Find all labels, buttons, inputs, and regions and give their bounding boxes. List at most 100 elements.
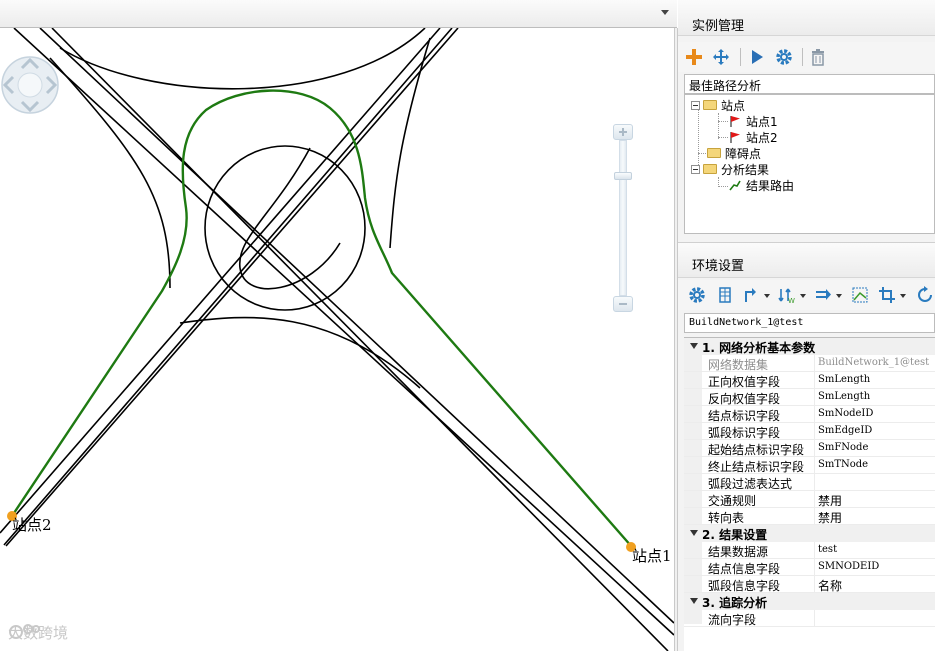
turn-icon[interactable] <box>742 286 760 304</box>
refresh-icon[interactable] <box>916 286 934 304</box>
tree-node-label: 分析结果 <box>721 162 770 177</box>
chevron-down-icon[interactable] <box>764 294 770 298</box>
pan-navigation-control[interactable] <box>0 55 60 115</box>
instance-panel-title: 实例管理 <box>678 0 935 36</box>
crop-icon[interactable] <box>878 286 896 304</box>
flag-icon <box>730 132 740 143</box>
chevron-down-icon[interactable] <box>900 294 906 298</box>
tree-node-label: 站点2 <box>746 130 778 145</box>
property-value[interactable]: 禁用 <box>818 509 842 526</box>
property-value[interactable]: 名称 <box>818 577 842 594</box>
property-value[interactable]: SmTNode <box>818 459 868 470</box>
settings-icon[interactable] <box>688 286 706 304</box>
road-diagonal-3 <box>51 28 669 651</box>
property-row[interactable]: 弧段标识字段 SmEdgeID <box>684 423 935 440</box>
collapse-triangle-icon[interactable] <box>690 598 698 604</box>
folder-icon <box>707 148 721 158</box>
property-row[interactable]: 终止结点标识字段 SmTNode <box>684 457 935 474</box>
property-value[interactable]: SmLength <box>818 374 870 385</box>
tree-node-label: 结果路由 <box>746 178 795 193</box>
property-row[interactable]: 结点标识字段 SmNodeID <box>684 406 935 423</box>
tree-node-stations[interactable]: 站点 <box>691 97 745 113</box>
property-value[interactable]: 禁用 <box>818 492 842 509</box>
field-icon[interactable] <box>716 286 734 304</box>
ramp-left <box>49 57 171 289</box>
property-group-basic[interactable]: 1. 网络分析基本参数 <box>684 338 935 355</box>
property-row[interactable]: 转向表 禁用 <box>684 508 935 525</box>
zoom-slider[interactable] <box>613 124 633 314</box>
property-name: 结点标识字段 <box>708 409 781 423</box>
instance-tree: 站点 站点1 站点2 障碍点 分析结果 结果路由 <box>684 94 935 234</box>
property-row[interactable]: 结果数据源 test <box>684 542 935 559</box>
station-1-label: 站点1 <box>632 547 672 565</box>
analysis-type-field[interactable]: 最佳路径分析 <box>684 74 935 94</box>
map-view[interactable]: 站点2 站点1 大数跨境 <box>0 28 674 651</box>
tree-node-station-2[interactable]: 站点2 <box>729 129 778 145</box>
watermark: 大数跨境 <box>8 622 68 643</box>
svg-text:W: W <box>788 297 795 304</box>
tree-node-results[interactable]: 分析结果 <box>691 161 769 177</box>
zoom-bar[interactable] <box>619 140 627 296</box>
property-row[interactable]: 弧段信息字段 名称 <box>684 576 935 593</box>
zoom-thumb[interactable] <box>614 172 632 180</box>
property-name: 弧段过滤表达式 <box>708 477 793 491</box>
property-value[interactable]: SmFNode <box>818 442 868 453</box>
property-group-trace[interactable]: 3. 追踪分析 <box>684 593 935 610</box>
property-value[interactable]: SmNodeID <box>818 408 873 419</box>
toolbar-separator <box>740 48 741 66</box>
property-group-result[interactable]: 2. 结果设置 <box>684 525 935 542</box>
zoom-out-button[interactable] <box>613 296 633 312</box>
zoom-in-button[interactable] <box>613 124 633 140</box>
tree-line <box>718 186 728 187</box>
property-row[interactable]: 流向字段 <box>684 610 935 627</box>
tree-node-result-route[interactable]: 结果路由 <box>729 177 794 193</box>
collapse-triangle-icon[interactable] <box>690 343 698 349</box>
property-row[interactable]: 正向权值字段 SmLength <box>684 372 935 389</box>
weight-icon[interactable]: W <box>778 286 796 304</box>
property-value[interactable]: SMNODEID <box>818 561 879 572</box>
property-row[interactable]: 结点信息字段 SMNODEID <box>684 559 935 576</box>
property-row[interactable]: 弧段过滤表达式 <box>684 474 935 491</box>
env-panel-title: 环境设置 <box>678 242 935 278</box>
property-value[interactable]: test <box>818 544 837 555</box>
ramp-right <box>389 37 431 249</box>
right-panel: 实例管理 最佳路径分析 站点 站点1 站点2 障碍点 分析结果 结果路由 环境设… <box>678 0 935 652</box>
env-toolbar: W <box>678 280 935 310</box>
road-diagonal-1 <box>13 28 674 636</box>
toolbar-separator <box>802 48 803 66</box>
property-name: 结果数据源 <box>708 545 769 559</box>
group-label: 1. 网络分析基本参数 <box>702 341 816 355</box>
grid-icon[interactable] <box>851 286 869 304</box>
property-value[interactable]: SmEdgeID <box>818 425 872 436</box>
tree-node-label: 障碍点 <box>725 146 762 161</box>
settings-icon[interactable] <box>775 48 793 66</box>
chevron-down-icon[interactable] <box>661 10 669 15</box>
ramp-top <box>59 28 426 90</box>
collapse-icon[interactable] <box>691 164 700 174</box>
route-icon <box>729 180 741 191</box>
property-value[interactable]: BuildNetwork_1@test <box>818 357 929 368</box>
road-diagonal-2 <box>39 28 674 624</box>
property-row[interactable]: 反向权值字段 SmLength <box>684 389 935 406</box>
road-diagonal-6 <box>5 28 459 547</box>
property-value[interactable]: SmLength <box>818 391 870 402</box>
tree-node-barriers[interactable]: 障碍点 <box>707 145 761 161</box>
direction-icon[interactable] <box>814 286 832 304</box>
run-icon[interactable] <box>748 48 766 66</box>
property-grid: 1. 网络分析基本参数 网络数据集 BuildNetwork_1@test 正向权… <box>684 337 935 652</box>
folder-icon <box>703 164 717 174</box>
delete-icon[interactable] <box>809 48 827 66</box>
add-icon[interactable] <box>685 48 703 66</box>
property-name: 流向字段 <box>708 613 757 627</box>
collapse-triangle-icon[interactable] <box>690 530 698 536</box>
chevron-down-icon[interactable] <box>836 294 842 298</box>
move-icon[interactable] <box>712 48 730 66</box>
tree-node-station-1[interactable]: 站点1 <box>729 113 778 129</box>
property-name: 反向权值字段 <box>708 392 781 406</box>
property-row[interactable]: 网络数据集 BuildNetwork_1@test <box>684 355 935 372</box>
network-dataset-field[interactable]: BuildNetwork_1@test <box>684 313 935 333</box>
chevron-down-icon[interactable] <box>800 294 806 298</box>
property-row[interactable]: 起始结点标识字段 SmFNode <box>684 440 935 457</box>
property-row[interactable]: 交通规则 禁用 <box>684 491 935 508</box>
collapse-icon[interactable] <box>691 100 700 110</box>
